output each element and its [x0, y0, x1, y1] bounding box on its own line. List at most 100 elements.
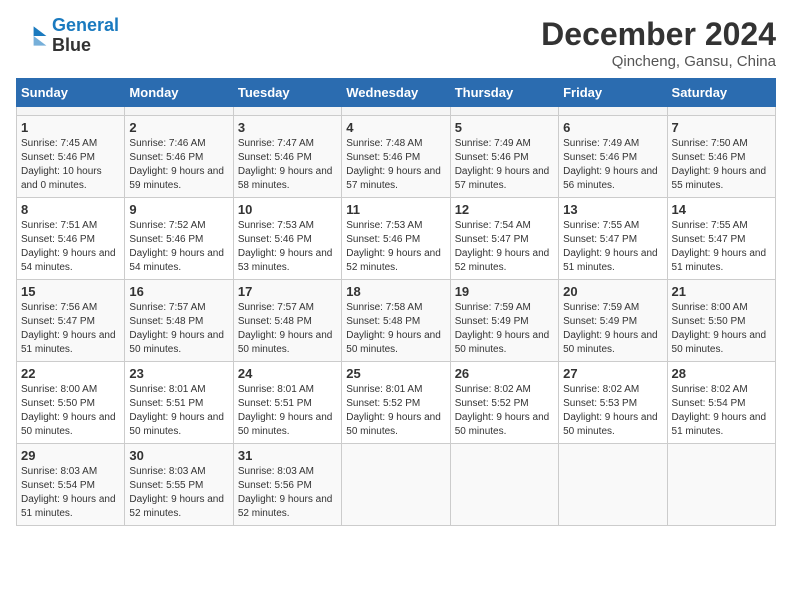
week-row-5: 22 Sunrise: 8:00 AM Sunset: 5:50 PM Dayl…	[17, 362, 776, 444]
calendar-cell: 20 Sunrise: 7:59 AM Sunset: 5:49 PM Dayl…	[559, 280, 667, 362]
calendar-cell	[559, 107, 667, 116]
day-number: 13	[563, 202, 662, 217]
day-number: 20	[563, 284, 662, 299]
day-number: 9	[129, 202, 228, 217]
day-info: Sunrise: 7:45 AM Sunset: 5:46 PM Dayligh…	[21, 137, 120, 193]
day-number: 30	[129, 448, 228, 463]
calendar-cell: 2 Sunrise: 7:46 AM Sunset: 5:46 PM Dayli…	[125, 116, 233, 198]
logo-text: General Blue	[52, 16, 119, 56]
calendar-cell: 31 Sunrise: 8:03 AM Sunset: 5:56 PM Dayl…	[233, 444, 341, 526]
day-info: Sunrise: 7:56 AM Sunset: 5:47 PM Dayligh…	[21, 301, 120, 357]
day-info: Sunrise: 7:46 AM Sunset: 5:46 PM Dayligh…	[129, 137, 228, 193]
logo: General Blue	[16, 16, 119, 56]
day-info: Sunrise: 7:58 AM Sunset: 5:48 PM Dayligh…	[346, 301, 445, 357]
calendar-cell: 15 Sunrise: 7:56 AM Sunset: 5:47 PM Dayl…	[17, 280, 125, 362]
calendar-cell: 19 Sunrise: 7:59 AM Sunset: 5:49 PM Dayl…	[450, 280, 558, 362]
day-number: 4	[346, 120, 445, 135]
day-number: 1	[21, 120, 120, 135]
day-number: 22	[21, 366, 120, 381]
calendar-cell: 28 Sunrise: 8:02 AM Sunset: 5:54 PM Dayl…	[667, 362, 775, 444]
weekday-header-row: SundayMondayTuesdayWednesdayThursdayFrid…	[17, 79, 776, 107]
week-row-4: 15 Sunrise: 7:56 AM Sunset: 5:47 PM Dayl…	[17, 280, 776, 362]
calendar-cell: 30 Sunrise: 8:03 AM Sunset: 5:55 PM Dayl…	[125, 444, 233, 526]
day-number: 31	[238, 448, 337, 463]
day-info: Sunrise: 7:52 AM Sunset: 5:46 PM Dayligh…	[129, 219, 228, 275]
day-number: 8	[21, 202, 120, 217]
day-info: Sunrise: 8:01 AM Sunset: 5:51 PM Dayligh…	[129, 383, 228, 439]
day-number: 19	[455, 284, 554, 299]
calendar-cell: 14 Sunrise: 7:55 AM Sunset: 5:47 PM Dayl…	[667, 198, 775, 280]
week-row-1	[17, 107, 776, 116]
day-number: 14	[672, 202, 771, 217]
day-info: Sunrise: 7:48 AM Sunset: 5:46 PM Dayligh…	[346, 137, 445, 193]
calendar-cell	[450, 107, 558, 116]
calendar-cell: 24 Sunrise: 8:01 AM Sunset: 5:51 PM Dayl…	[233, 362, 341, 444]
day-info: Sunrise: 7:49 AM Sunset: 5:46 PM Dayligh…	[563, 137, 662, 193]
month-title: December 2024	[541, 16, 776, 53]
weekday-header-friday: Friday	[559, 79, 667, 107]
calendar-cell	[342, 444, 450, 526]
calendar-cell: 27 Sunrise: 8:02 AM Sunset: 5:53 PM Dayl…	[559, 362, 667, 444]
day-info: Sunrise: 7:49 AM Sunset: 5:46 PM Dayligh…	[455, 137, 554, 193]
calendar-cell: 17 Sunrise: 7:57 AM Sunset: 5:48 PM Dayl…	[233, 280, 341, 362]
calendar-table: SundayMondayTuesdayWednesdayThursdayFrid…	[16, 78, 776, 526]
page-header: General Blue December 2024 Qincheng, Gan…	[16, 16, 776, 70]
day-number: 6	[563, 120, 662, 135]
day-info: Sunrise: 8:01 AM Sunset: 5:51 PM Dayligh…	[238, 383, 337, 439]
calendar-cell: 12 Sunrise: 7:54 AM Sunset: 5:47 PM Dayl…	[450, 198, 558, 280]
day-number: 29	[21, 448, 120, 463]
calendar-cell: 26 Sunrise: 8:02 AM Sunset: 5:52 PM Dayl…	[450, 362, 558, 444]
calendar-cell: 21 Sunrise: 8:00 AM Sunset: 5:50 PM Dayl…	[667, 280, 775, 362]
day-number: 3	[238, 120, 337, 135]
day-number: 21	[672, 284, 771, 299]
calendar-cell: 18 Sunrise: 7:58 AM Sunset: 5:48 PM Dayl…	[342, 280, 450, 362]
title-block: December 2024 Qincheng, Gansu, China	[541, 16, 776, 70]
calendar-cell	[233, 107, 341, 116]
weekday-header-sunday: Sunday	[17, 79, 125, 107]
calendar-cell: 16 Sunrise: 7:57 AM Sunset: 5:48 PM Dayl…	[125, 280, 233, 362]
day-info: Sunrise: 7:57 AM Sunset: 5:48 PM Dayligh…	[238, 301, 337, 357]
day-info: Sunrise: 7:57 AM Sunset: 5:48 PM Dayligh…	[129, 301, 228, 357]
day-number: 5	[455, 120, 554, 135]
day-info: Sunrise: 8:00 AM Sunset: 5:50 PM Dayligh…	[21, 383, 120, 439]
day-number: 27	[563, 366, 662, 381]
day-number: 7	[672, 120, 771, 135]
day-number: 28	[672, 366, 771, 381]
day-info: Sunrise: 7:54 AM Sunset: 5:47 PM Dayligh…	[455, 219, 554, 275]
day-info: Sunrise: 7:47 AM Sunset: 5:46 PM Dayligh…	[238, 137, 337, 193]
day-number: 26	[455, 366, 554, 381]
calendar-cell	[667, 444, 775, 526]
calendar-cell: 25 Sunrise: 8:01 AM Sunset: 5:52 PM Dayl…	[342, 362, 450, 444]
calendar-cell	[667, 107, 775, 116]
calendar-cell: 22 Sunrise: 8:00 AM Sunset: 5:50 PM Dayl…	[17, 362, 125, 444]
calendar-cell	[125, 107, 233, 116]
day-info: Sunrise: 8:02 AM Sunset: 5:54 PM Dayligh…	[672, 383, 771, 439]
calendar-cell: 3 Sunrise: 7:47 AM Sunset: 5:46 PM Dayli…	[233, 116, 341, 198]
day-info: Sunrise: 7:53 AM Sunset: 5:46 PM Dayligh…	[238, 219, 337, 275]
day-info: Sunrise: 7:55 AM Sunset: 5:47 PM Dayligh…	[563, 219, 662, 275]
day-info: Sunrise: 7:59 AM Sunset: 5:49 PM Dayligh…	[563, 301, 662, 357]
day-number: 15	[21, 284, 120, 299]
day-info: Sunrise: 8:02 AM Sunset: 5:53 PM Dayligh…	[563, 383, 662, 439]
day-number: 16	[129, 284, 228, 299]
day-info: Sunrise: 8:03 AM Sunset: 5:55 PM Dayligh…	[129, 465, 228, 521]
calendar-cell: 7 Sunrise: 7:50 AM Sunset: 5:46 PM Dayli…	[667, 116, 775, 198]
day-number: 23	[129, 366, 228, 381]
calendar-cell: 4 Sunrise: 7:48 AM Sunset: 5:46 PM Dayli…	[342, 116, 450, 198]
day-info: Sunrise: 7:53 AM Sunset: 5:46 PM Dayligh…	[346, 219, 445, 275]
weekday-header-tuesday: Tuesday	[233, 79, 341, 107]
day-info: Sunrise: 8:03 AM Sunset: 5:54 PM Dayligh…	[21, 465, 120, 521]
week-row-3: 8 Sunrise: 7:51 AM Sunset: 5:46 PM Dayli…	[17, 198, 776, 280]
day-number: 2	[129, 120, 228, 135]
day-number: 18	[346, 284, 445, 299]
day-number: 12	[455, 202, 554, 217]
week-row-6: 29 Sunrise: 8:03 AM Sunset: 5:54 PM Dayl…	[17, 444, 776, 526]
weekday-header-thursday: Thursday	[450, 79, 558, 107]
day-info: Sunrise: 7:55 AM Sunset: 5:47 PM Dayligh…	[672, 219, 771, 275]
calendar-cell	[342, 107, 450, 116]
day-info: Sunrise: 8:03 AM Sunset: 5:56 PM Dayligh…	[238, 465, 337, 521]
calendar-cell	[559, 444, 667, 526]
calendar-cell: 11 Sunrise: 7:53 AM Sunset: 5:46 PM Dayl…	[342, 198, 450, 280]
day-info: Sunrise: 8:01 AM Sunset: 5:52 PM Dayligh…	[346, 383, 445, 439]
calendar-cell: 13 Sunrise: 7:55 AM Sunset: 5:47 PM Dayl…	[559, 198, 667, 280]
